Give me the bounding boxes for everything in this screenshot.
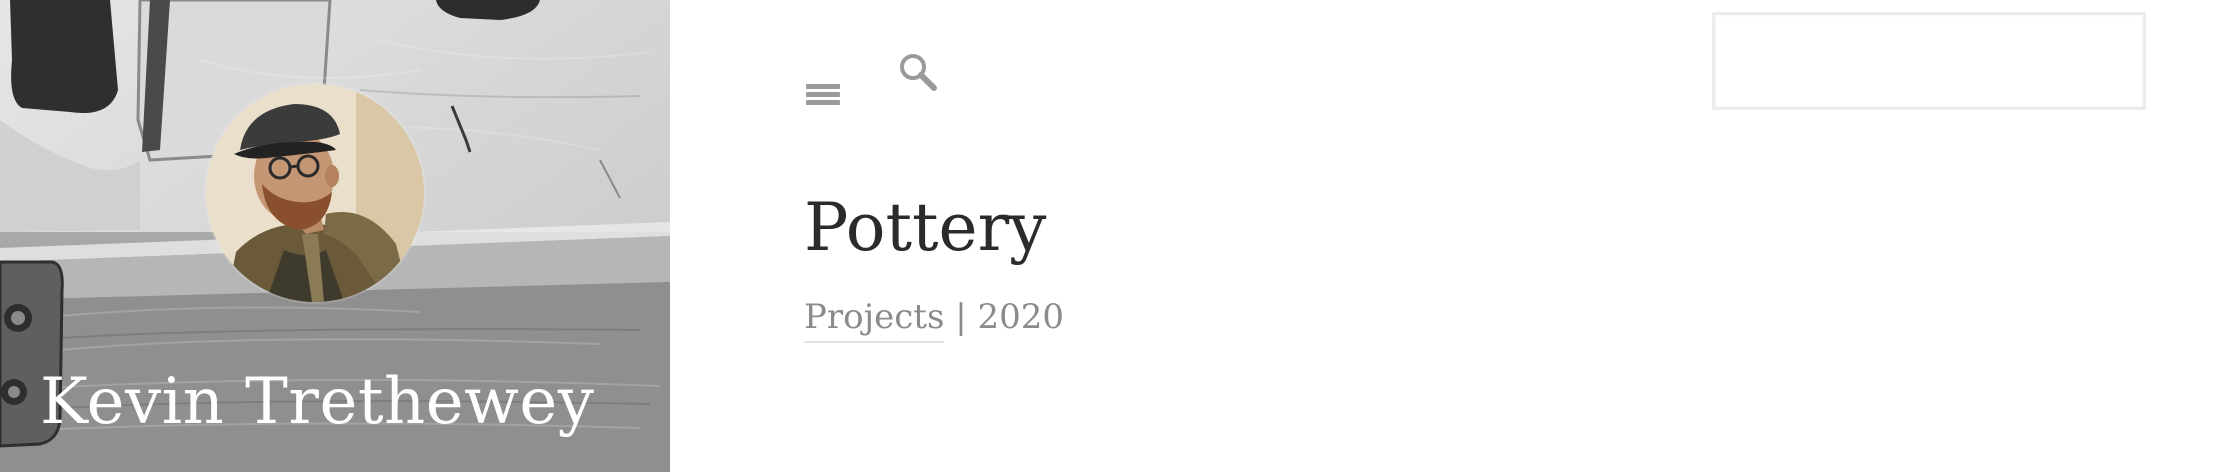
author-name[interactable]: Kevin Trethewey bbox=[40, 362, 660, 442]
author-avatar[interactable] bbox=[206, 84, 424, 302]
post-meta: Projects | 2020 bbox=[804, 294, 1065, 343]
hamburger-menu-icon[interactable] bbox=[806, 84, 840, 114]
meta-separator: | bbox=[944, 297, 978, 337]
search-box[interactable] bbox=[1712, 12, 2146, 110]
search-icon[interactable] bbox=[898, 52, 938, 92]
post-year: 2020 bbox=[977, 297, 1065, 337]
menu-bar bbox=[806, 100, 840, 105]
category-link[interactable]: Projects bbox=[804, 297, 945, 343]
search-input[interactable] bbox=[1715, 15, 2143, 107]
author-portrait-image bbox=[206, 84, 424, 302]
menu-bar bbox=[806, 92, 840, 97]
page-title: Pottery bbox=[804, 189, 1047, 266]
hero-panel: Kevin Trethewey bbox=[0, 0, 670, 472]
menu-bar bbox=[806, 84, 840, 89]
